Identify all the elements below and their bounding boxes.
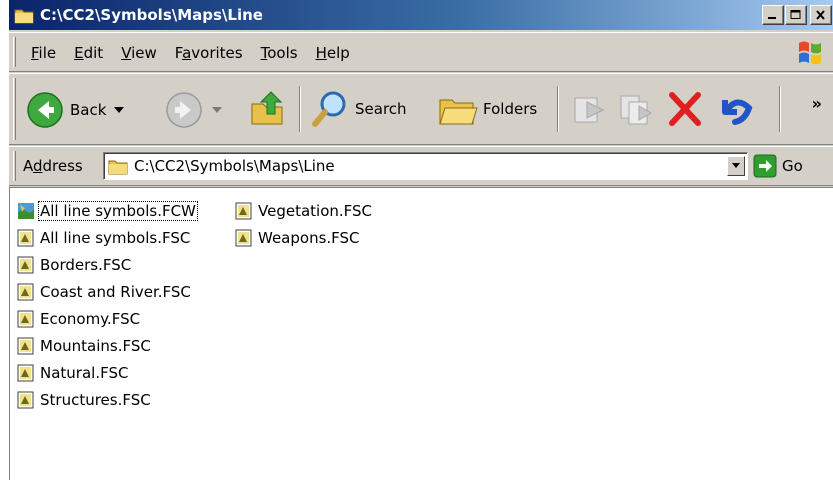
back-label: Back — [70, 101, 107, 119]
chevron-down-icon — [732, 163, 740, 168]
move-to-icon — [574, 97, 605, 123]
address-bar-grip[interactable] — [13, 151, 16, 181]
symbol-catalog-icon — [235, 202, 252, 220]
symbol-catalog-icon — [235, 229, 252, 247]
file-list[interactable]: All line symbols.FCW All line symbols.FSC… — [9, 187, 833, 480]
symbol-catalog-icon — [17, 391, 34, 409]
chevron-down-icon[interactable] — [210, 105, 224, 115]
file-name: Borders.FSC — [40, 256, 132, 274]
menu-favorites[interactable]: Favorites — [167, 42, 251, 64]
symbol-catalog-icon — [17, 256, 34, 274]
close-icon — [816, 10, 825, 20]
folder-icon — [108, 160, 128, 175]
delete-icon — [669, 92, 701, 126]
address-label: Address — [23, 157, 83, 175]
minimize-button[interactable] — [762, 5, 784, 25]
folder-up-icon — [251, 91, 283, 125]
address-value: C:\CC2\Symbols\Maps\Line — [134, 157, 335, 175]
search-button[interactable]: Search — [311, 88, 407, 130]
back-arrow-icon — [27, 92, 63, 128]
search-icon — [312, 91, 346, 127]
file-item[interactable]: Weapons.FSC — [234, 227, 361, 249]
map-file-icon — [18, 203, 34, 219]
address-input[interactable]: C:\CC2\Symbols\Maps\Line — [103, 152, 748, 180]
menu-tools[interactable]: Tools — [253, 42, 306, 64]
file-name: Weapons.FSC — [258, 229, 360, 247]
forward-button[interactable] — [164, 90, 224, 130]
move-to-button[interactable] — [569, 90, 609, 128]
menu-bar: File Edit View Favorites Tools Help — [9, 32, 833, 72]
toolbar-separator — [779, 86, 781, 132]
file-item[interactable]: Coast and River.FSC — [16, 281, 192, 303]
file-item[interactable]: Vegetation.FSC — [234, 200, 373, 222]
file-item[interactable]: All line symbols.FCW — [16, 200, 198, 222]
back-button[interactable]: Back — [25, 90, 126, 130]
chevron-down-icon[interactable] — [112, 105, 126, 115]
minimize-icon — [768, 17, 776, 19]
search-label: Search — [355, 100, 407, 118]
up-folder-button[interactable] — [247, 88, 289, 130]
windows-logo-icon — [799, 41, 821, 65]
copy-to-button[interactable] — [617, 90, 657, 128]
file-item[interactable]: Natural.FSC — [16, 362, 129, 384]
close-button[interactable] — [810, 5, 832, 25]
window-controls — [761, 5, 832, 25]
file-item[interactable]: Structures.FSC — [16, 389, 152, 411]
undo-icon — [722, 99, 753, 125]
title-bar[interactable]: C:\CC2\Symbols\Maps\Line — [9, 0, 833, 30]
standard-toolbar: Back Search Folders » — [9, 73, 833, 145]
symbol-catalog-icon — [17, 337, 34, 355]
folders-button[interactable]: Folders — [437, 88, 537, 130]
folder-icon — [14, 9, 34, 24]
file-item[interactable]: Borders.FSC — [16, 254, 132, 276]
symbol-catalog-icon — [17, 229, 34, 247]
menu-view[interactable]: View — [113, 42, 165, 64]
menu-items: File Edit View Favorites Tools Help — [23, 42, 360, 64]
file-item[interactable]: All line symbols.FSC — [16, 227, 191, 249]
menu-help[interactable]: Help — [308, 42, 358, 64]
folders-label: Folders — [483, 100, 538, 118]
file-name: All line symbols.FSC — [40, 229, 191, 247]
toolbar-overflow-button[interactable]: » — [812, 94, 822, 113]
toolbar-separator — [557, 86, 559, 132]
go-button[interactable]: Go — [753, 154, 803, 178]
explorer-window: C:\CC2\Symbols\Maps\Line File Edit View … — [8, 0, 833, 480]
maximize-icon — [790, 10, 801, 19]
address-bar: Address C:\CC2\Symbols\Maps\Line Go — [9, 146, 833, 186]
toolbar-separator — [299, 86, 301, 132]
file-name: Natural.FSC — [40, 364, 129, 382]
menu-edit[interactable]: Edit — [66, 42, 111, 64]
menu-file[interactable]: File — [23, 42, 64, 64]
undo-button[interactable] — [715, 90, 755, 128]
menu-bar-grip[interactable] — [13, 37, 16, 67]
address-dropdown-button[interactable] — [727, 156, 745, 176]
file-item[interactable]: Mountains.FSC — [16, 335, 152, 357]
symbol-catalog-icon — [17, 283, 34, 301]
symbol-catalog-icon — [17, 310, 34, 328]
symbol-catalog-icon — [17, 364, 34, 382]
file-name: All line symbols.FCW — [38, 201, 198, 221]
file-name: Coast and River.FSC — [40, 283, 191, 301]
file-name: Structures.FSC — [40, 391, 151, 409]
maximize-button[interactable] — [785, 5, 807, 25]
forward-arrow-icon — [166, 92, 202, 128]
go-arrow-icon — [753, 154, 777, 178]
file-item[interactable]: Economy.FSC — [16, 308, 141, 330]
copy-to-icon — [620, 95, 652, 125]
toolbar-grip[interactable] — [13, 78, 16, 140]
go-label: Go — [782, 157, 803, 175]
file-name: Economy.FSC — [40, 310, 141, 328]
folders-icon — [439, 99, 478, 125]
window-title: C:\CC2\Symbols\Maps\Line — [40, 6, 263, 24]
file-name: Mountains.FSC — [40, 337, 151, 355]
file-name: Vegetation.FSC — [258, 202, 373, 220]
delete-button[interactable] — [665, 90, 705, 128]
